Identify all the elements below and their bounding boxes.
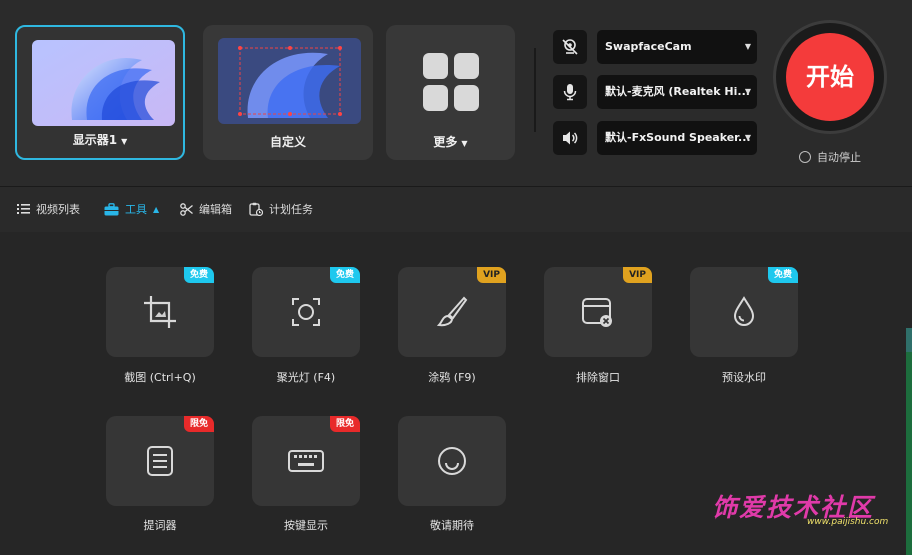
tool-label: 预设水印 — [722, 371, 766, 384]
tab-label: 工具 — [125, 203, 147, 216]
capture-mode-more[interactable]: 更多 ▼ — [386, 25, 515, 160]
speaker-value: 默认-FxSound Speaker... — [605, 131, 751, 144]
brush-icon — [436, 296, 468, 327]
badge: 限免 — [183, 416, 214, 432]
screenshot-crop-icon — [144, 296, 176, 328]
capture-mode-label: 更多 — [433, 135, 458, 149]
badge: 免费 — [767, 267, 798, 283]
watermark-drop-icon — [733, 296, 755, 326]
tool-coming-soon[interactable] — [398, 416, 506, 506]
dropdown-caret-icon: ▼ — [744, 133, 751, 142]
monitor-thumbnail — [32, 40, 175, 126]
badge: VIP — [623, 267, 652, 283]
tool-label: 按键显示 — [284, 519, 328, 532]
tool-label: 敬请期待 — [430, 519, 474, 532]
auto-stop-radio[interactable] — [799, 151, 811, 163]
tool-watermark[interactable]: 免费 — [690, 267, 798, 357]
badge: 限免 — [329, 416, 360, 432]
dropdown-caret-icon: ▼ — [121, 137, 128, 146]
tab-label: 计划任务 — [269, 203, 313, 216]
tool-doodle[interactable]: VIP — [398, 267, 506, 357]
scissors-icon — [180, 202, 193, 216]
list-icon — [17, 204, 30, 214]
edge-strip — [906, 352, 912, 555]
dropdown-caret-icon: ▼ — [744, 87, 751, 96]
edge-strip — [906, 328, 912, 352]
teleprompter-icon — [147, 446, 173, 476]
capture-mode-custom[interactable]: 自定义 — [203, 25, 373, 160]
exclude-window-icon — [582, 298, 612, 327]
tool-screenshot[interactable]: 免费 — [106, 267, 214, 357]
clipboard-clock-icon — [249, 202, 263, 216]
top-panel: 显示器1 ▼ 自定义 更多 ▼ SwapfaceCam ▼ 默认-麦克风 (Re… — [0, 0, 912, 186]
tool-exclude-window[interactable]: VIP — [544, 267, 652, 357]
tool-label: 排除窗口 — [576, 371, 620, 384]
tool-label: 截图 (Ctrl+Q) — [124, 371, 196, 384]
edge-strip — [906, 232, 912, 328]
spotlight-icon — [292, 298, 320, 326]
tool-spotlight[interactable]: 免费 — [252, 267, 360, 357]
tool-label: 提词器 — [143, 519, 177, 532]
tab-editor[interactable]: 编辑箱 — [180, 201, 232, 217]
badge: 免费 — [183, 267, 214, 283]
tool-teleprompter[interactable]: 限免 — [106, 416, 214, 506]
webcam-disabled-icon[interactable] — [553, 30, 587, 64]
toolbox-icon — [104, 202, 119, 215]
start-button[interactable]: 开始 — [786, 33, 874, 121]
tab-tools[interactable]: 工具 ▲ — [104, 201, 159, 217]
tab-video-list[interactable]: 视频列表 — [17, 201, 80, 217]
custom-region-thumbnail — [218, 38, 361, 124]
caret-up-icon: ▲ — [153, 204, 160, 214]
loading-circle-icon — [438, 447, 466, 475]
site-watermark: 饰爱技术社区 www.paijishu.com — [712, 488, 892, 532]
microphone-value: 默认-麦克风 (Realtek Hi... — [605, 85, 750, 98]
toolbar: 视频列表 工具 ▲ 编辑箱 计划任务 — [0, 187, 912, 232]
speaker-select[interactable]: 默认-FxSound Speaker... ▼ — [597, 121, 757, 155]
capture-mode-label: 显示器1 — [72, 133, 118, 147]
badge: 免费 — [329, 267, 360, 283]
tool-label: 涂鸦 (F9) — [428, 371, 476, 384]
badge: VIP — [477, 267, 506, 283]
tool-key-display[interactable]: 限免 — [252, 416, 360, 506]
watermark-url: www.paijishu.com — [807, 517, 889, 527]
camera-select[interactable]: SwapfaceCam ▼ — [597, 30, 757, 64]
tab-label: 视频列表 — [36, 203, 80, 216]
auto-stop-option[interactable]: 自动停止 — [799, 149, 861, 165]
auto-stop-label: 自动停止 — [817, 151, 861, 164]
dropdown-caret-icon: ▼ — [461, 139, 468, 148]
tool-label: 聚光灯 (F4) — [276, 371, 336, 384]
tab-schedule[interactable]: 计划任务 — [249, 201, 313, 217]
tab-label: 编辑箱 — [199, 203, 232, 216]
microphone-icon[interactable] — [553, 75, 587, 109]
dropdown-caret-icon: ▼ — [744, 42, 751, 51]
start-button-ring: 开始 — [773, 20, 887, 134]
keyboard-icon — [288, 450, 324, 472]
capture-mode-monitor[interactable]: 显示器1 ▼ — [15, 25, 185, 160]
speaker-icon[interactable] — [553, 121, 587, 155]
vertical-divider — [534, 48, 536, 132]
grid-icon — [423, 53, 479, 111]
microphone-select[interactable]: 默认-麦克风 (Realtek Hi... ▼ — [597, 75, 757, 109]
camera-value: SwapfaceCam — [605, 40, 692, 53]
capture-mode-label: 自定义 — [269, 135, 306, 149]
